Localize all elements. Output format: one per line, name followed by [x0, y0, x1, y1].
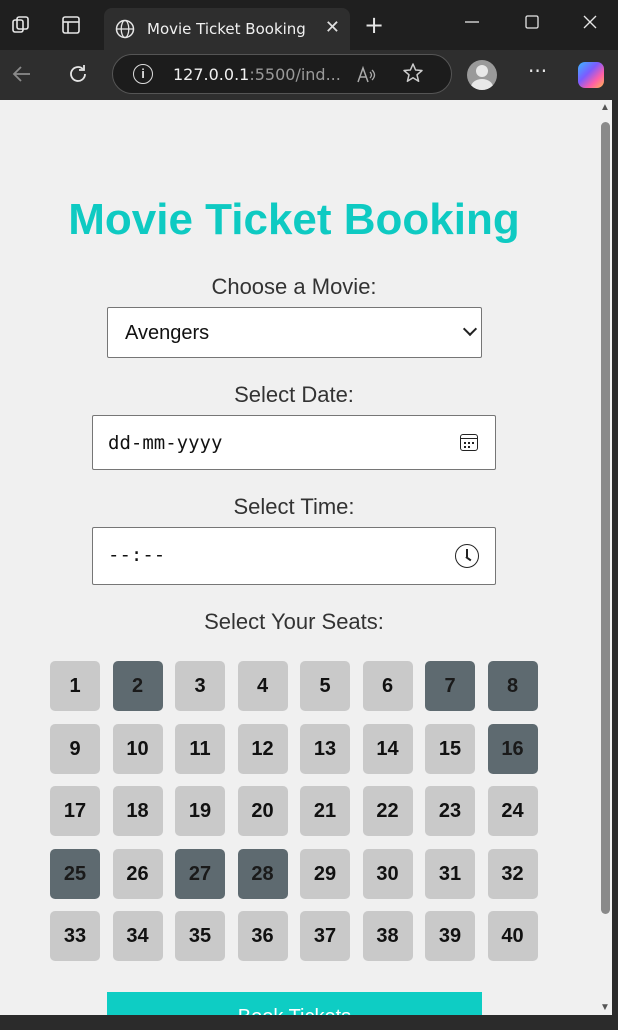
seat-available[interactable]: 36 — [237, 911, 288, 961]
browser-tab[interactable]: Movie Ticket Booking ✕ — [104, 8, 350, 50]
read-aloud-icon[interactable] — [355, 64, 377, 91]
window-bottom-edge — [0, 1015, 618, 1030]
workspaces-icon[interactable] — [10, 14, 32, 36]
seat-available[interactable]: 10 — [112, 723, 163, 774]
scroll-down-icon[interactable]: ▼ — [600, 1002, 610, 1013]
calendar-icon[interactable] — [460, 434, 478, 451]
seat-occupied: 27 — [175, 848, 225, 899]
seat-available[interactable]: 29 — [300, 848, 350, 899]
seat-available[interactable]: 11 — [175, 723, 225, 774]
globe-icon — [115, 19, 135, 39]
seat-available[interactable]: 4 — [237, 661, 288, 711]
seat-available[interactable]: 13 — [300, 723, 350, 774]
seat-available[interactable]: 6 — [362, 661, 413, 711]
seat-occupied: 7 — [425, 661, 475, 711]
seat-available[interactable]: 39 — [425, 911, 475, 961]
window-edge — [612, 100, 618, 1030]
seat-available[interactable]: 38 — [362, 911, 413, 961]
scroll-up-icon[interactable]: ▲ — [600, 102, 610, 113]
seat-available[interactable]: 14 — [362, 723, 413, 774]
address-bar[interactable]: i 127.0.0.1:5500/ind... — [112, 54, 452, 94]
seat-available[interactable]: 23 — [425, 786, 475, 836]
movie-select[interactable]: Avengers — [107, 307, 482, 358]
movie-label: Choose a Movie: — [211, 274, 377, 299]
seat-available[interactable]: 34 — [112, 911, 163, 961]
page-title: Movie Ticket Booking — [68, 195, 520, 244]
page-viewport: Movie Ticket Booking Choose a Movie: Ave… — [0, 100, 598, 1015]
seat-available[interactable]: 21 — [300, 786, 350, 836]
back-icon[interactable] — [10, 62, 34, 92]
clock-icon[interactable] — [455, 544, 479, 568]
copilot-icon[interactable] — [578, 62, 604, 88]
seat-occupied: 25 — [50, 848, 100, 899]
tab-actions-icon[interactable] — [60, 14, 82, 36]
seat-occupied: 2 — [112, 661, 163, 711]
seat-available[interactable]: 19 — [175, 786, 225, 836]
seat-available[interactable]: 32 — [487, 848, 538, 899]
seat-available[interactable]: 37 — [300, 911, 350, 961]
seat-available[interactable]: 18 — [112, 786, 163, 836]
tab-title: Movie Ticket Booking — [147, 20, 306, 38]
seat-available[interactable]: 26 — [112, 848, 163, 899]
seat-available[interactable]: 12 — [237, 723, 288, 774]
url-text[interactable]: 127.0.0.1:5500/ind... — [173, 65, 341, 84]
seat-available[interactable]: 24 — [487, 786, 538, 836]
date-label: Select Date: — [234, 382, 354, 407]
seat-occupied: 16 — [487, 723, 538, 774]
seat-occupied: 8 — [487, 661, 538, 711]
seat-available[interactable]: 5 — [300, 661, 350, 711]
browser-toolbar: i 127.0.0.1:5500/ind... ··· — [0, 50, 618, 100]
vertical-scrollbar[interactable]: ▲ ▼ — [598, 100, 612, 1015]
new-tab-icon[interactable]: + — [364, 13, 384, 37]
info-icon[interactable]: i — [133, 64, 153, 84]
seat-available[interactable]: 40 — [487, 911, 538, 961]
seat-available[interactable]: 3 — [175, 661, 225, 711]
browser-tab-bar: Movie Ticket Booking ✕ + — [0, 0, 618, 50]
movie-select-value: Avengers — [125, 322, 210, 344]
seats-label: Select Your Seats: — [204, 609, 384, 634]
chevron-down-icon — [462, 321, 478, 337]
seat-available[interactable]: 30 — [362, 848, 413, 899]
seat-available[interactable]: 22 — [362, 786, 413, 836]
seat-available[interactable]: 33 — [50, 911, 100, 961]
seat-occupied: 28 — [237, 848, 288, 899]
date-placeholder: dd-mm-yyyy — [108, 432, 223, 454]
close-icon[interactable]: ✕ — [325, 17, 340, 38]
seat-available[interactable]: 9 — [50, 723, 100, 774]
time-placeholder: --:-- — [108, 544, 166, 566]
maximize-icon[interactable] — [524, 12, 540, 37]
seat-available[interactable]: 1 — [50, 661, 100, 711]
window-close-icon[interactable] — [582, 12, 598, 37]
seat-available[interactable]: 31 — [425, 848, 475, 899]
time-input[interactable]: --:-- — [92, 527, 496, 585]
seat-available[interactable]: 35 — [175, 911, 225, 961]
seat-grid: 1 2 3 4 5 6 7 8 9 10 11 12 13 14 15 16 17 18 19 20 21 22 23 24 2… — [50, 661, 540, 961]
seat-available[interactable]: 15 — [425, 723, 475, 774]
minimize-icon[interactable] — [464, 12, 480, 37]
favorite-star-icon[interactable] — [401, 61, 425, 91]
refresh-icon[interactable] — [66, 62, 90, 92]
profile-icon[interactable] — [467, 60, 497, 90]
scrollbar-thumb[interactable] — [601, 122, 610, 914]
seat-available[interactable]: 17 — [50, 786, 100, 836]
time-label: Select Time: — [233, 494, 355, 519]
seat-available[interactable]: 20 — [237, 786, 288, 836]
book-tickets-button[interactable]: Book Tickets — [107, 992, 482, 1015]
more-icon[interactable]: ··· — [528, 59, 547, 83]
date-input[interactable]: dd-mm-yyyy — [92, 415, 496, 470]
